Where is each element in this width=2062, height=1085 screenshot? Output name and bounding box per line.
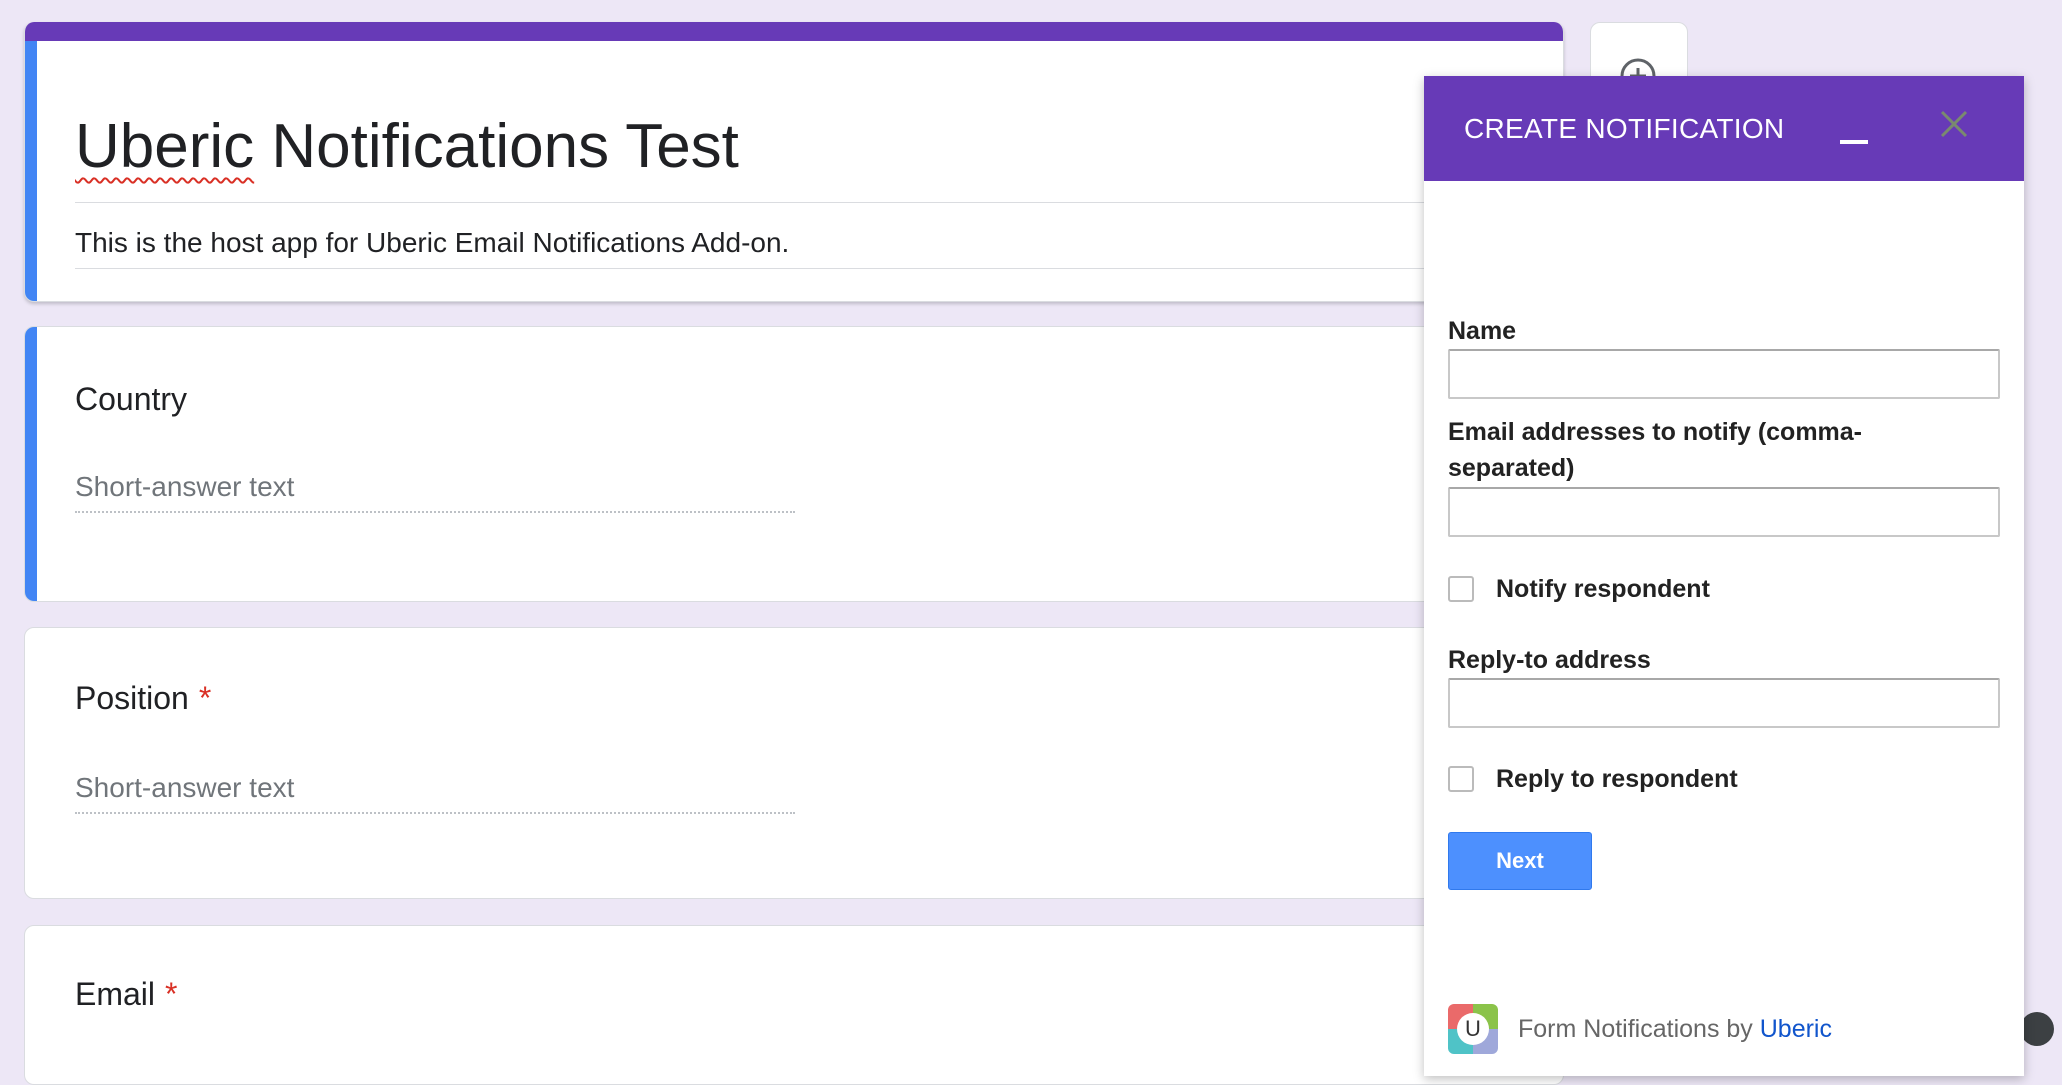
reply-to-respondent-row[interactable]: Reply to respondent xyxy=(1448,761,1738,797)
title-divider xyxy=(75,202,1563,203)
notify-respondent-label[interactable]: Notify respondent xyxy=(1496,575,1710,604)
panel-header: CREATE NOTIFICATION xyxy=(1424,76,2024,181)
logo-letter: U xyxy=(1457,1013,1489,1045)
reply-to-respondent-label[interactable]: Reply to respondent xyxy=(1496,765,1738,794)
help-button[interactable] xyxy=(2020,1012,2054,1046)
short-answer-placeholder: Short-answer text xyxy=(75,770,795,814)
required-asterisk: * xyxy=(198,680,212,716)
footer-text: Form Notifications by Uberic xyxy=(1518,1015,1832,1044)
selected-card-indicator xyxy=(25,41,37,301)
question-title: Email * xyxy=(75,974,177,1014)
panel-title: CREATE NOTIFICATION xyxy=(1464,113,1785,144)
name-label: Name xyxy=(1448,317,1517,345)
question-title-text: Country xyxy=(75,381,188,417)
form-description[interactable]: This is the host app for Uberic Email No… xyxy=(75,225,789,261)
notify-respondent-row[interactable]: Notify respondent xyxy=(1448,571,1710,607)
selected-card-indicator xyxy=(25,327,37,601)
notify-respondent-checkbox[interactable] xyxy=(1448,576,1474,602)
footer-caption: Form Notifications by xyxy=(1518,1014,1760,1043)
question-card-position[interactable]: Position * Short-answer text xyxy=(24,627,1564,899)
short-answer-placeholder: Short-answer text xyxy=(75,469,795,513)
question-card-country[interactable]: Country Short-answer text xyxy=(24,326,1564,602)
question-title: Country xyxy=(75,379,187,419)
close-button[interactable] xyxy=(1934,104,1974,144)
form-title-rest: Notifications Test xyxy=(254,112,739,181)
question-title-text: Position xyxy=(75,680,189,716)
reply-to-label: Reply-to address xyxy=(1448,646,1651,674)
minimize-button[interactable] xyxy=(1830,114,1870,154)
question-title: Position * xyxy=(75,678,211,718)
question-card-email[interactable]: Email * xyxy=(24,925,1564,1085)
next-button[interactable]: Next xyxy=(1448,832,1592,890)
theme-color-bar xyxy=(25,22,1563,41)
close-icon xyxy=(1940,110,1968,138)
reply-to-respondent-checkbox[interactable] xyxy=(1448,766,1474,792)
form-title-card[interactable]: Uberic Notifications Test This is the ho… xyxy=(24,22,1564,302)
uberic-link[interactable]: Uberic xyxy=(1760,1015,1832,1043)
email-addresses-input[interactable] xyxy=(1448,487,2000,537)
email-addresses-label: Email addresses to notify (comma-separat… xyxy=(1448,418,1863,482)
uberic-logo-icon: U xyxy=(1448,1004,1498,1054)
question-title-text: Email xyxy=(75,976,156,1012)
name-input[interactable] xyxy=(1448,349,2000,399)
form-title[interactable]: Uberic Notifications Test xyxy=(75,112,739,182)
panel-footer: U Form Notifications by Uberic xyxy=(1448,1004,1832,1054)
description-divider xyxy=(75,268,1563,269)
form-title-misspelled-word: Uberic xyxy=(75,112,255,181)
minimize-icon xyxy=(1840,140,1868,144)
reply-to-input[interactable] xyxy=(1448,678,2000,728)
required-asterisk: * xyxy=(165,976,178,1012)
create-notification-panel: CREATE NOTIFICATION Name Email addresses… xyxy=(1424,76,2024,1076)
